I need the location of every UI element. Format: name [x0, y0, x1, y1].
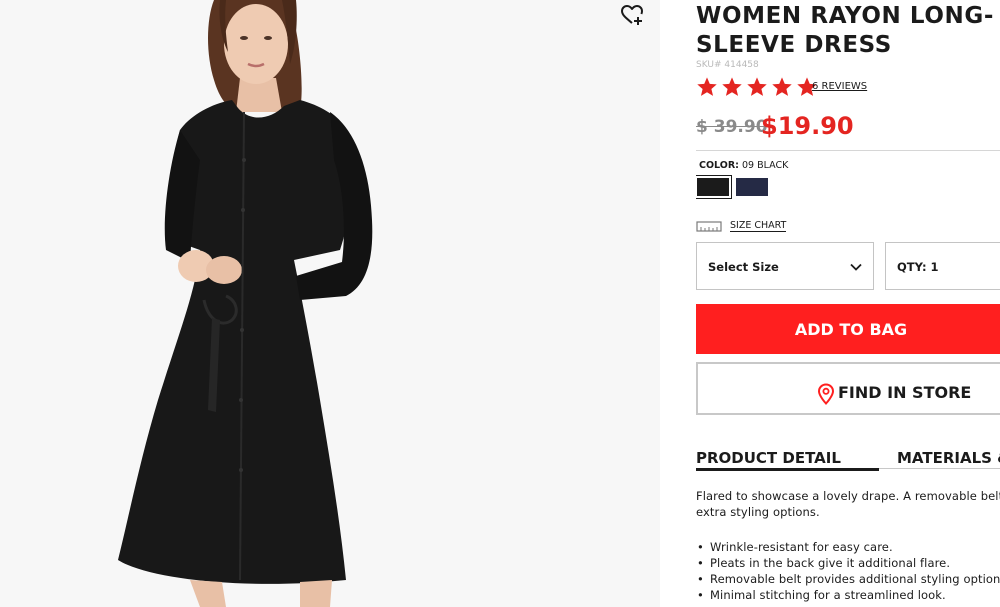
- model-photo-illustration: [0, 0, 660, 607]
- star-icon: [697, 77, 717, 96]
- feature-list: Wrinkle-resistant for easy care. Pleats …: [696, 539, 1000, 603]
- find-in-store-label: FIND IN STORE: [838, 383, 972, 402]
- add-to-bag-label: ADD TO BAG: [794, 319, 908, 339]
- color-label: COLOR: 09 BLACK: [699, 160, 788, 171]
- color-swatch-black[interactable]: [696, 175, 732, 199]
- quantity-select[interactable]: QTY: 1: [885, 242, 1000, 290]
- description-line: Flared to showcase a lovely drape. A rem…: [696, 489, 1000, 503]
- color-label-value: 09 BLACK: [741, 160, 789, 171]
- product-description: Flared to showcase a lovely drape. A rem…: [696, 488, 1000, 520]
- original-price: $ 39.90: [696, 117, 768, 137]
- wishlist-button[interactable]: [620, 3, 644, 27]
- feature-item: Removable belt provides additional styli…: [696, 571, 1000, 587]
- product-image[interactable]: [0, 0, 660, 607]
- tab-divider: [879, 468, 1000, 469]
- feature-item: Pleats in the back give it additional fl…: [696, 555, 1000, 571]
- sale-price: $19.90: [761, 112, 854, 140]
- ruler-icon: [696, 221, 722, 232]
- add-to-bag-button[interactable]: ADD TO BAG: [696, 304, 1000, 354]
- sku-text: SKU# 414458: [696, 60, 759, 70]
- tab-product-detail[interactable]: PRODUCT DETAIL: [696, 449, 841, 467]
- chevron-down-icon: [850, 263, 862, 271]
- star-icon: [722, 77, 742, 96]
- quantity-value: QTY: 1: [897, 260, 939, 274]
- star-icon: [747, 77, 767, 96]
- product-info-panel: WOMEN RAYON LONG-SLEEVE DRESS SKU# 41445…: [696, 0, 1000, 607]
- heart-plus-icon: [621, 5, 643, 25]
- find-in-store-button[interactable]: FIND IN STORE: [696, 362, 1000, 415]
- tab-materials[interactable]: MATERIALS &: [897, 449, 1000, 467]
- product-title: WOMEN RAYON LONG-SLEEVE DRESS: [696, 3, 994, 58]
- description-line: extra styling options.: [696, 505, 820, 519]
- star-icon: [772, 77, 792, 96]
- active-tab-indicator: [696, 468, 879, 471]
- size-chart-label: SIZE CHART: [730, 220, 787, 232]
- size-chart-link[interactable]: SIZE CHART: [696, 219, 787, 233]
- location-pin-icon: [817, 383, 835, 405]
- color-swatch-navy[interactable]: [736, 178, 768, 196]
- color-label-key: COLOR:: [699, 160, 739, 171]
- reviews-link[interactable]: 6 REVIEWS: [812, 81, 867, 92]
- sku-value: 414458: [724, 60, 759, 70]
- size-select-value: Select Size: [708, 260, 779, 274]
- rating-stars: [696, 76, 821, 98]
- size-select[interactable]: Select Size: [696, 242, 874, 290]
- feature-item: Wrinkle-resistant for easy care.: [696, 539, 1000, 555]
- feature-item: Minimal stitching for a streamlined look…: [696, 587, 1000, 603]
- divider: [696, 150, 1000, 151]
- sku-label: SKU#: [696, 60, 722, 70]
